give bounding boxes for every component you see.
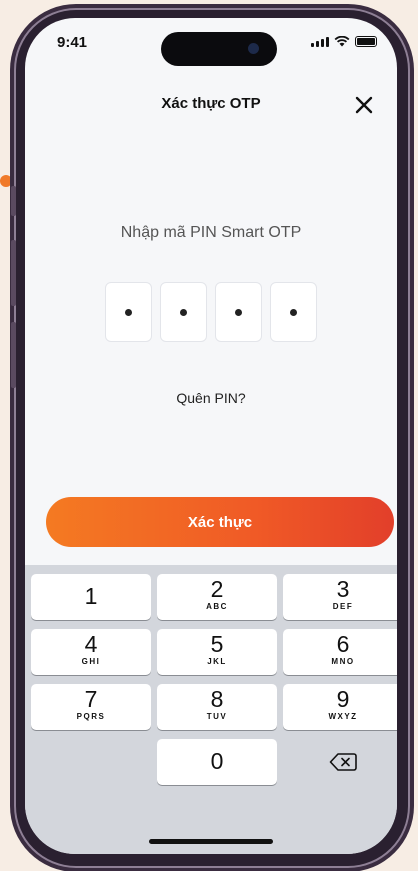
backspace-key[interactable] <box>283 739 397 785</box>
home-indicator[interactable] <box>149 839 273 844</box>
wifi-icon <box>334 36 350 47</box>
key-5[interactable]: 5 JKL <box>157 629 277 675</box>
confirm-button[interactable]: Xác thực <box>46 497 394 547</box>
dynamic-island <box>161 32 277 66</box>
pin-dot <box>235 308 242 316</box>
header: Xác thực OTP <box>25 90 397 120</box>
signal-icon <box>311 37 329 47</box>
key-number: 6 <box>336 631 350 657</box>
key-7[interactable]: 7 PQRS <box>31 684 151 730</box>
numeric-keypad: 1 2 ABC 3 DEF 4 GHI 5 JKL 6 MNO 7 PQRS 8 <box>25 565 397 854</box>
key-0[interactable]: 0 <box>157 739 277 785</box>
volume-down-button <box>11 322 16 388</box>
key-letters: DEF <box>332 602 354 611</box>
pin-dot <box>125 308 132 316</box>
status-time: 9:41 <box>57 34 88 51</box>
status-icons <box>311 36 377 47</box>
key-number: 4 <box>84 631 98 657</box>
close-icon[interactable] <box>351 92 377 118</box>
key-8[interactable]: 8 TUV <box>157 684 277 730</box>
key-1[interactable]: 1 <box>31 574 151 620</box>
pin-digit-box[interactable] <box>270 282 317 342</box>
backspace-icon <box>329 753 357 771</box>
pin-digit-box[interactable] <box>215 282 262 342</box>
key-letters: JKL <box>207 657 227 666</box>
pin-input[interactable] <box>25 282 397 342</box>
pin-digit-box[interactable] <box>160 282 207 342</box>
key-letters: ABC <box>206 602 228 611</box>
volume-up-button <box>11 240 16 306</box>
key-number: 2 <box>210 576 224 602</box>
key-number: 5 <box>210 631 224 657</box>
forgot-pin-link[interactable]: Quên PIN? <box>25 390 397 406</box>
key-letters: PQRS <box>76 712 106 721</box>
pin-digit-box[interactable] <box>105 282 152 342</box>
key-6[interactable]: 6 MNO <box>283 629 397 675</box>
key-letters: TUV <box>206 712 228 721</box>
screen: 9:41 Xác thực OTP Nhập mã PIN Smart OTP … <box>25 18 397 854</box>
key-9[interactable]: 9 WXYZ <box>283 684 397 730</box>
key-4[interactable]: 4 GHI <box>31 629 151 675</box>
key-3[interactable]: 3 DEF <box>283 574 397 620</box>
status-bar: 9:41 <box>25 18 397 68</box>
key-letters: MNO <box>331 657 355 666</box>
pin-dot <box>290 308 297 316</box>
key-number: 0 <box>210 748 224 774</box>
key-number: 7 <box>84 686 98 712</box>
key-number: 1 <box>84 583 98 609</box>
pin-label: Nhập mã PIN Smart OTP <box>120 224 302 241</box>
decorative-dot <box>0 175 12 187</box>
battery-icon <box>355 36 377 47</box>
page-title: Xác thực OTP <box>161 95 261 112</box>
key-number: 9 <box>336 686 350 712</box>
key-number: 8 <box>210 686 224 712</box>
key-letters: GHI <box>81 657 101 666</box>
key-number: 3 <box>336 576 350 602</box>
key-2[interactable]: 2 ABC <box>157 574 277 620</box>
side-button <box>11 186 16 216</box>
pin-dot <box>180 308 187 316</box>
key-letters: WXYZ <box>328 712 358 721</box>
